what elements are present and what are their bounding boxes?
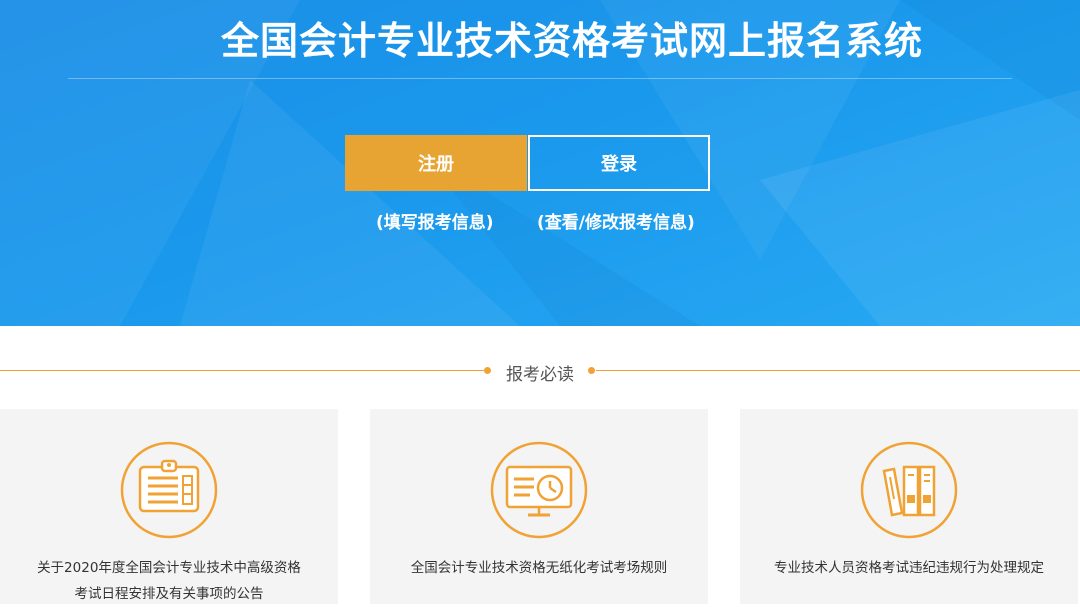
monitor-clock-icon: [490, 441, 588, 539]
notice-card-title-line1: 专业技术人员资格考试违纪违规行为处理规定: [774, 560, 1044, 576]
notice-card-title-line2: 考试日程安排及有关事项的公告: [74, 586, 264, 602]
clipboard-icon: [120, 441, 218, 539]
register-caption: (填写报考信息): [376, 213, 494, 233]
notice-card-title-line1: 关于2020年度全国会计专业技术中高级资格: [37, 560, 301, 576]
hero-banner: 全国会计专业技术资格考试网上报名系统 注册 登录 (填写报考信息) (查看/修改…: [0, 0, 1080, 326]
divider-left: [0, 370, 484, 371]
section-header: 报考必读: [0, 352, 1080, 390]
notice-card-title: 专业技术人员资格考试违纪违规行为处理规定: [750, 555, 1068, 581]
notice-card-violation-rules[interactable]: 专业技术人员资格考试违纪违规行为处理规定: [740, 409, 1078, 604]
notice-card-title-line1: 全国会计专业技术资格无纸化考试考场规则: [410, 560, 668, 576]
books-icon: [860, 441, 958, 539]
notice-card-title: 全国会计专业技术资格无纸化考试考场规则: [380, 555, 698, 581]
divider-dot-left: [484, 367, 491, 374]
login-button[interactable]: 登录: [528, 135, 710, 191]
register-button[interactable]: 注册: [345, 135, 527, 191]
section-title: 报考必读: [506, 365, 574, 385]
divider-dot-right: [588, 367, 595, 374]
notice-card-title: 关于2020年度全国会计专业技术中高级资格 考试日程安排及有关事项的公告: [10, 555, 328, 607]
page-title: 全国会计专业技术资格考试网上报名系统: [220, 19, 923, 63]
header-divider: [68, 78, 1012, 79]
notice-card-exam-rules[interactable]: 全国会计专业技术资格无纸化考试考场规则: [370, 409, 708, 604]
divider-right: [596, 370, 1080, 371]
notice-card-schedule[interactable]: 关于2020年度全国会计专业技术中高级资格 考试日程安排及有关事项的公告: [0, 409, 338, 604]
login-caption: (查看/修改报考信息): [537, 213, 695, 233]
